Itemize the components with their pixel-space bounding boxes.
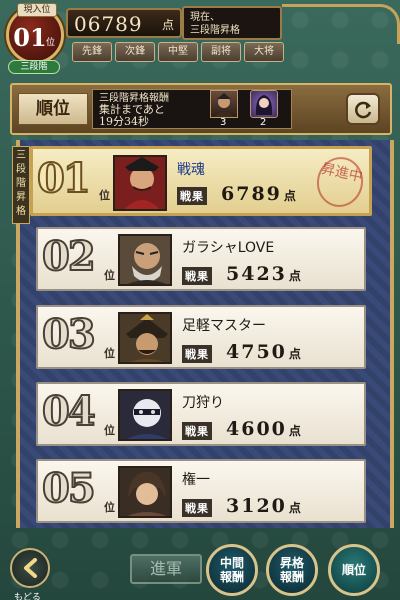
rank-unit: 位 xyxy=(104,269,115,282)
princess-portrait-icon[interactable] xyxy=(250,90,278,118)
rank-unit: 位 xyxy=(104,501,115,514)
ranking-row-5[interactable]: 05 位 権一 戦果 3120 点 xyxy=(36,459,366,523)
mid-reward-button[interactable]: 中間 報酬 xyxy=(206,544,258,596)
current-score: 06789 xyxy=(74,12,143,36)
rank-unit: 位 xyxy=(104,347,115,360)
position-tabs: 先鋒 次鋒 中堅 副将 大将 xyxy=(72,42,284,62)
score-line: 戦果 5423 点 xyxy=(182,263,301,285)
mid-reward-label-1: 中間 xyxy=(219,556,244,570)
promotion-reward-button[interactable]: 昇格 報酬 xyxy=(266,544,318,596)
rank-number: 05 xyxy=(41,464,97,513)
tier-badge: 三段階 xyxy=(8,60,60,74)
score-label: 戦果 xyxy=(182,422,212,440)
footer-bar: もどる 進軍 中間 報酬 昇格 報酬 順位 xyxy=(0,540,400,600)
status-line-2: 三段階昇格 xyxy=(190,25,240,36)
player-name: ガラシャLOVE xyxy=(182,240,275,256)
back-label: もどる xyxy=(14,593,41,600)
player-portrait xyxy=(118,234,172,286)
tab-chuken[interactable]: 中堅 xyxy=(158,42,198,62)
score-label: 戦果 xyxy=(177,187,207,205)
rank-number: 02 xyxy=(41,232,97,281)
tab-jiho[interactable]: 次鋒 xyxy=(115,42,155,62)
score-label: 戦果 xyxy=(182,345,212,363)
ranking-row-3[interactable]: 03 位 足軽マスター 戦果 4750 点 xyxy=(36,305,366,369)
score-line: 戦果 3120 点 xyxy=(182,495,301,517)
player-name: 戦魂 xyxy=(177,162,205,178)
score-line: 戦果 6789 点 xyxy=(177,183,296,205)
rank-caption: 現入位 xyxy=(17,3,57,17)
warrior-portrait-icon[interactable] xyxy=(210,90,238,118)
score-unit: 点 xyxy=(288,501,301,515)
player-name: 刀狩り xyxy=(182,395,224,411)
promotion-reward-label-1: 昇格 xyxy=(279,556,304,570)
score-unit: 点 xyxy=(283,189,296,203)
ranking-title-bar: 順位 三段階昇格報酬 集計まであと 19分34秒 3 2 xyxy=(10,83,392,135)
advance-button[interactable]: 進軍 xyxy=(130,554,202,584)
promotion-stamp: 昇進中 xyxy=(312,152,368,212)
corner-flourish xyxy=(282,4,400,44)
score-value: 4600 xyxy=(226,418,287,440)
score-plate: 06789 点 xyxy=(66,8,182,38)
score-value: 4750 xyxy=(226,341,287,363)
promotion-side-banner: 三段階昇格 xyxy=(12,146,30,224)
promotion-reward-label-2: 報酬 xyxy=(279,570,304,584)
status-plate: 現在、 三段階昇格 xyxy=(182,6,282,40)
status-line-1: 現在、 xyxy=(190,12,220,23)
score-unit: 点 xyxy=(288,347,301,361)
rank-unit: 位 xyxy=(104,424,115,437)
player-portrait xyxy=(118,466,172,518)
tab-fukusho[interactable]: 副将 xyxy=(201,42,241,62)
page-title: 順位 xyxy=(18,93,88,125)
player-portrait xyxy=(113,155,167,211)
back-arrow-icon xyxy=(24,558,37,578)
rank-number: 03 xyxy=(41,310,97,359)
ranking-row-2[interactable]: 02 位 ガラシャLOVE 戦果 5423 点 xyxy=(36,227,366,291)
current-rank-unit: 位 xyxy=(45,38,55,48)
score-unit: 点 xyxy=(288,424,301,438)
tab-senpo[interactable]: 先鋒 xyxy=(72,42,112,62)
refresh-icon xyxy=(355,101,372,119)
mid-reward-label-2: 報酬 xyxy=(219,570,244,584)
current-rank-number: 01 xyxy=(13,23,47,52)
score-value: 3120 xyxy=(226,495,287,517)
ranking-row-1[interactable]: 01 位 戦魂 戦果 6789 点 昇進中 xyxy=(30,146,372,216)
tab-taisho[interactable]: 大将 xyxy=(244,42,284,62)
score-line: 戦果 4750 点 xyxy=(182,341,301,363)
player-name: 足軽マスター xyxy=(182,318,266,334)
header: 現入位 01 位 三段階 06789 点 現在、 三段階昇格 先鋒 次鋒 中堅 … xyxy=(0,0,400,78)
rank-number: 01 xyxy=(36,154,92,203)
rank-medal: 現入位 01 位 xyxy=(6,3,64,64)
score-value: 5423 xyxy=(226,263,287,285)
score-unit: 点 xyxy=(288,269,301,283)
score-label: 戦果 xyxy=(182,267,212,285)
score-unit: 点 xyxy=(161,18,174,32)
reward-count-2: 2 xyxy=(260,117,267,128)
score-line: 戦果 4600 点 xyxy=(182,418,301,440)
score-value: 6789 xyxy=(221,183,282,205)
refresh-button[interactable] xyxy=(346,93,380,125)
score-label: 戦果 xyxy=(182,499,212,517)
reward-count-1: 3 xyxy=(220,117,227,128)
player-name: 権一 xyxy=(182,472,210,488)
rank-unit: 位 xyxy=(99,189,110,202)
back-button[interactable] xyxy=(10,548,50,588)
player-portrait xyxy=(118,389,172,441)
ranking-row-4[interactable]: 04 位 刀狩り 戦果 4600 点 xyxy=(36,382,366,446)
ranking-button[interactable]: 順位 xyxy=(328,544,380,596)
rank-number: 04 xyxy=(41,387,97,436)
player-portrait xyxy=(118,312,172,364)
